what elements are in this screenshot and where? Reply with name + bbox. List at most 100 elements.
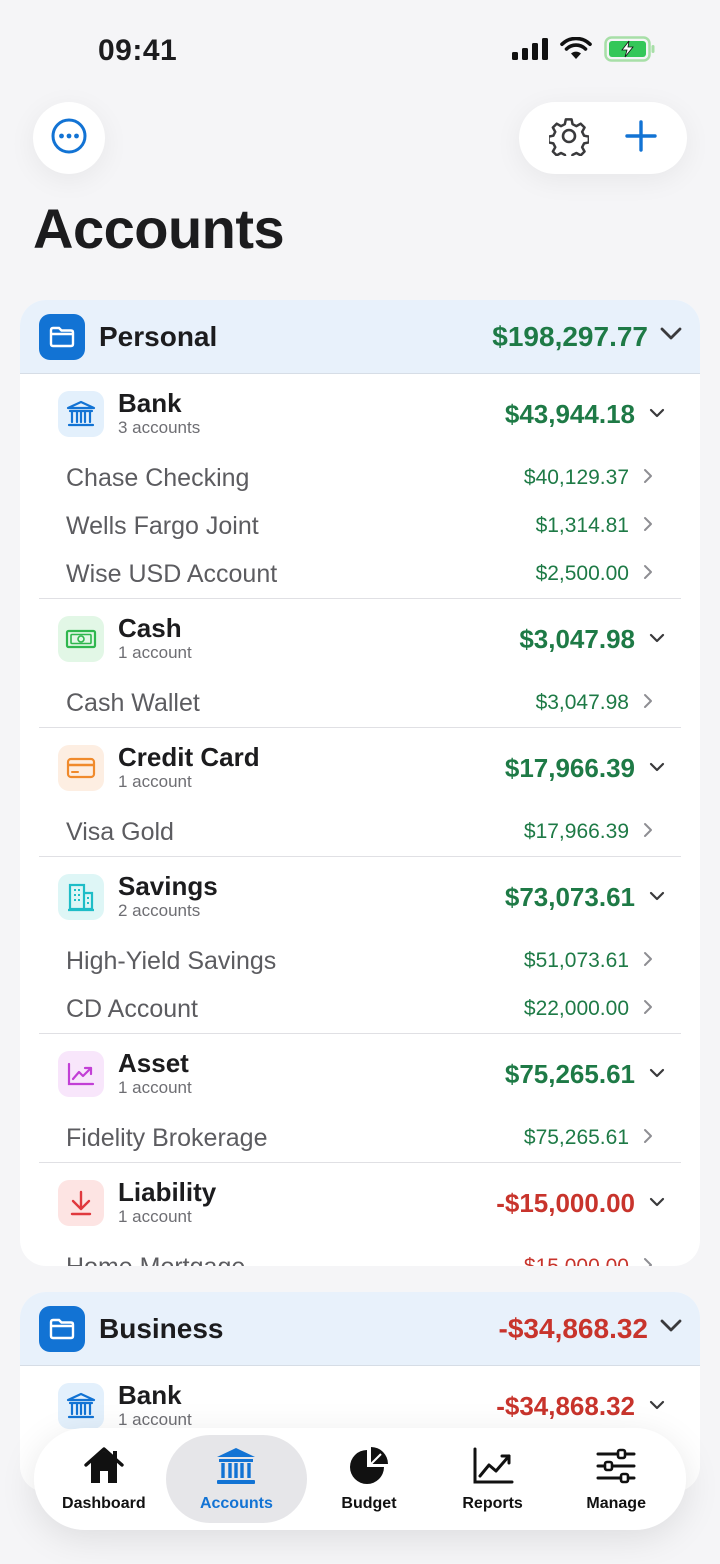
account-name: Fidelity Brokerage (66, 1123, 268, 1152)
category-savings: Savings 2 accounts $73,073.61 High-Yield… (39, 857, 681, 1034)
category-liability: Liability 1 account -$15,000.00 Home Mor… (39, 1163, 681, 1266)
category-total: $73,073.61 (504, 881, 635, 912)
chevron-right-icon (643, 951, 653, 972)
chevron-right-icon (643, 693, 653, 714)
status-bar: 09:41 (0, 0, 720, 100)
category-asset: Asset 1 account $75,265.61 Fidelity Brok… (39, 1034, 681, 1163)
gear-icon (546, 117, 590, 161)
group-name: Business (99, 1312, 224, 1344)
account-row[interactable]: CD Account $22,000.00 (39, 985, 681, 1033)
line-chart-icon (471, 1446, 515, 1491)
category-header[interactable]: Savings 2 accounts $73,073.61 (39, 857, 681, 937)
category-name: Savings (118, 871, 218, 901)
tab-manage[interactable]: Manage (554, 1435, 678, 1523)
category-header[interactable]: Bank 3 accounts $43,944.18 (39, 374, 681, 454)
category-bank: Bank 3 accounts $43,944.18 Chase Checkin… (39, 374, 681, 599)
status-icons (512, 36, 656, 67)
liability-arrow-icon (58, 1180, 104, 1226)
chevron-down-icon[interactable] (649, 630, 665, 648)
category-text: Asset 1 account (118, 1049, 505, 1099)
signal-icon (512, 38, 548, 65)
folder-icon (39, 313, 85, 360)
battery-icon (604, 36, 656, 67)
chevron-down-icon[interactable] (649, 759, 665, 777)
chevron-down-icon[interactable] (649, 1397, 665, 1415)
account-name: Wells Fargo Joint (66, 511, 259, 540)
tab-label: Budget (341, 1494, 397, 1512)
tab-bar: Dashboard Accounts Budget Reports Manage (34, 1428, 686, 1530)
category-text: Bank 3 accounts (118, 389, 505, 439)
category-total: -$15,000.00 (496, 1187, 635, 1218)
more-options-button[interactable] (33, 102, 105, 174)
group-header[interactable]: Business -$34,868.32 (20, 1292, 700, 1366)
toolbar-pill (519, 102, 687, 174)
category-header[interactable]: Cash 1 account $3,047.98 (39, 599, 681, 679)
category-header[interactable]: Credit Card 1 account $17,966.39 (39, 728, 681, 808)
tab-reports[interactable]: Reports (431, 1435, 555, 1523)
account-row[interactable]: Visa Gold $17,966.39 (39, 808, 681, 856)
group-name: Personal (99, 320, 218, 352)
category-name: Asset (118, 1048, 189, 1078)
category-total: $43,944.18 (504, 398, 635, 429)
account-name: Home Mortgage (66, 1253, 517, 1267)
chevron-right-icon (643, 468, 653, 489)
chevron-down-icon[interactable] (649, 1194, 665, 1212)
add-button[interactable] (624, 119, 658, 158)
account-row[interactable]: Wise USD Account $2,500.00 (39, 550, 681, 598)
category-header[interactable]: Liability 1 account -$15,000.00 (39, 1163, 681, 1243)
category-name: Bank (118, 1380, 182, 1410)
account-row[interactable]: Fidelity Brokerage $75,265.61 (39, 1114, 681, 1162)
tab-label: Manage (586, 1494, 646, 1512)
category-name: Bank (118, 388, 182, 418)
page-title: Accounts (33, 197, 285, 260)
category-cash: Cash 1 account $3,047.98 Cash Wallet $3,… (39, 599, 681, 728)
account-balance: $22,000.00 (523, 997, 629, 1020)
bank-icon (58, 1383, 104, 1429)
chevron-right-icon (643, 516, 653, 537)
category-credit-card: Credit Card 1 account $17,966.39 Visa Go… (39, 728, 681, 857)
chevron-down-icon[interactable] (649, 405, 665, 423)
chevron-down-icon[interactable] (649, 888, 665, 906)
ellipsis-circle-icon (50, 117, 88, 160)
group-header[interactable]: Personal $198,297.77 (20, 300, 700, 374)
account-row[interactable]: Chase Checking $40,129.37 (39, 454, 681, 502)
tab-dashboard[interactable]: Dashboard (42, 1435, 166, 1523)
category-name: Cash (118, 613, 182, 643)
bank-icon (58, 391, 104, 437)
cash-icon (58, 616, 104, 662)
account-name: High-Yield Savings (66, 946, 277, 975)
chevron-right-icon (643, 1128, 653, 1149)
chevron-down-icon[interactable] (649, 1065, 665, 1083)
category-count: 1 account (118, 772, 192, 791)
category-header[interactable]: Asset 1 account $75,265.61 (39, 1034, 681, 1114)
account-name: Visa Gold (66, 817, 174, 846)
category-text: Cash 1 account (118, 614, 519, 664)
category-total: $17,966.39 (504, 752, 635, 783)
category-text: Bank 1 account (118, 1381, 496, 1431)
account-balance: $1,314.81 (535, 514, 629, 537)
account-balance: $3,047.98 (535, 691, 629, 714)
chevron-right-icon (643, 999, 653, 1020)
wifi-icon (560, 36, 592, 66)
account-name: Chase Checking (66, 463, 250, 492)
account-row[interactable]: Home Mortgage -$15,000.00 (39, 1243, 681, 1266)
folder-icon (39, 1305, 85, 1352)
account-name: Cash Wallet (66, 688, 200, 717)
settings-button[interactable] (546, 116, 590, 161)
account-row[interactable]: Cash Wallet $3,047.98 (39, 679, 681, 727)
account-balance: $40,129.37 (523, 466, 629, 489)
account-balance: $2,500.00 (535, 562, 629, 585)
chevron-right-icon (643, 1257, 653, 1266)
account-row[interactable]: High-Yield Savings $51,073.61 (39, 937, 681, 985)
sliders-icon (595, 1446, 637, 1491)
account-name: CD Account (66, 994, 199, 1023)
account-row[interactable]: Wells Fargo Joint $1,314.81 (39, 502, 681, 550)
category-total: -$34,868.32 (496, 1390, 635, 1421)
chevron-down-icon[interactable] (660, 1319, 682, 1338)
tab-budget[interactable]: Budget (307, 1435, 431, 1523)
account-name: Wise USD Account (66, 559, 278, 588)
pie-chart-icon (348, 1446, 390, 1491)
tab-accounts[interactable]: Accounts (165, 1435, 308, 1523)
chevron-down-icon[interactable] (660, 327, 682, 346)
category-total: $75,265.61 (504, 1058, 635, 1089)
